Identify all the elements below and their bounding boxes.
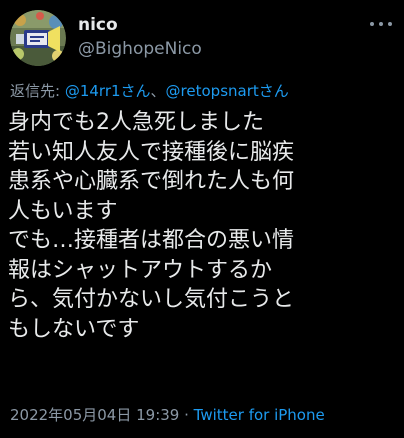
more-options-button[interactable] — [368, 14, 396, 34]
tweet-text-line: 報はシャットアウトするか — [8, 257, 273, 283]
display-name[interactable]: nico — [78, 14, 202, 36]
handle[interactable]: @BighopeNico — [78, 38, 202, 60]
meta-separator: · — [179, 406, 194, 424]
tweet-text: 身内でも2人急死しました 若い知人友人で接種後に脳疾 患系や心臓系で倒れた人も何… — [8, 108, 400, 344]
tweet-text-line: 患系や心臓系で倒れた人も何 — [8, 169, 295, 194]
avatar-image-icon — [10, 10, 66, 66]
tweet-text-line: でも…接種者は都合の悪い情 — [8, 228, 295, 253]
tweet-text-line: ら、気付かないし気付こうと — [8, 287, 295, 312]
timestamp[interactable]: 2022年05月04日 19:39 — [10, 406, 179, 424]
avatar[interactable] — [10, 10, 66, 66]
tweet: nico @BighopeNico 返信先: @14rr1さん、@retopsn… — [0, 0, 404, 438]
tweet-text-line: 若い知人友人で接種後に脳疾 — [8, 139, 295, 165]
mention-link[interactable]: @retopsnartさん — [166, 82, 289, 100]
tweet-text-line: もしないです — [8, 316, 140, 342]
more-horizontal-icon-dot — [388, 22, 392, 26]
tweet-text-line: 身内でも2人急死しました — [8, 110, 264, 135]
reply-prefix: 返信先: — [10, 82, 65, 100]
mention-link[interactable]: @14rr1さん — [65, 82, 151, 100]
more-horizontal-icon — [370, 22, 374, 26]
tweet-meta: 2022年05月04日 19:39 · Twitter for iPhone — [10, 404, 325, 426]
source-link[interactable]: Twitter for iPhone — [194, 406, 325, 424]
tweet-text-line: 人もいます — [8, 198, 118, 224]
more-horizontal-icon-dot — [379, 22, 383, 26]
reply-to-line: 返信先: @14rr1さん、@retopsnartさん — [10, 80, 289, 102]
reply-separator: 、 — [150, 82, 166, 100]
tweet-header: nico @BighopeNico — [8, 6, 396, 70]
author-block[interactable]: nico @BighopeNico — [78, 14, 202, 60]
